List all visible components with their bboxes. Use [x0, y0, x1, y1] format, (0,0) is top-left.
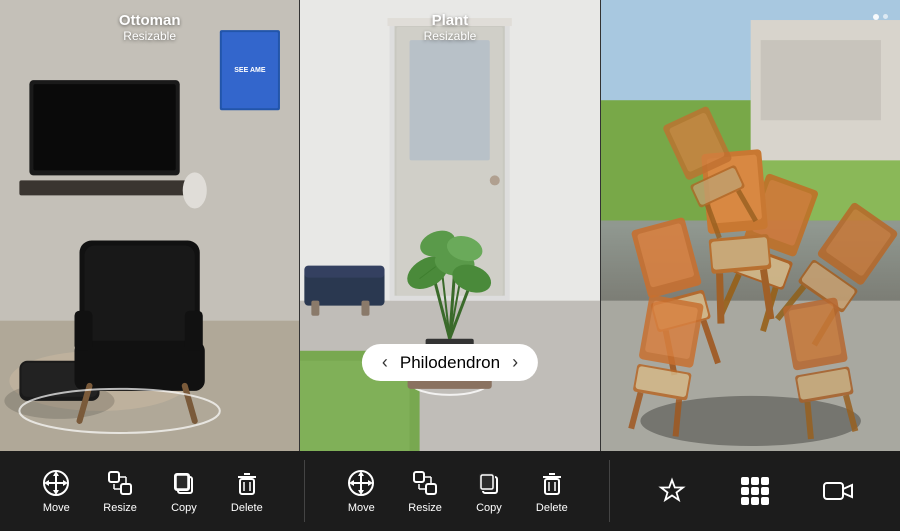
toolbar-section-middle: Move Resize [305, 460, 610, 522]
move-label-1: Move [43, 502, 70, 514]
delete-label-1: Delete [231, 502, 263, 514]
panel-3 [601, 0, 900, 451]
panel-2-item-name: Plant [424, 12, 477, 29]
delete-button-2[interactable]: Delete [520, 460, 584, 522]
panel-1-item-subtitle: Resizable [119, 29, 181, 43]
star-icon [657, 476, 687, 506]
dot-2 [883, 14, 888, 19]
resize-icon-1 [105, 468, 135, 498]
copy-icon-1 [169, 468, 199, 498]
plant-selector-next[interactable]: › [512, 352, 518, 373]
panel-1: SEE AME Ottoman Resizable [0, 0, 300, 451]
copy-button-2[interactable]: Copy [458, 460, 520, 522]
plant-selector-label: Philodendron [400, 353, 500, 373]
dot-1 [873, 14, 879, 20]
toolbar-section-left: Move Resize [0, 460, 305, 522]
toolbar: Move Resize [0, 451, 900, 531]
delete-label-2: Delete [536, 502, 568, 514]
copy-icon-2 [474, 468, 504, 498]
panel-1-scene: SEE AME [0, 0, 299, 451]
resize-label-1: Resize [103, 502, 137, 514]
copy-button-1[interactable]: Copy [153, 460, 215, 522]
move-button-1[interactable]: Move [25, 460, 87, 522]
copy-label-2: Copy [476, 502, 502, 514]
panel-3-scene [601, 0, 900, 451]
copy-label-1: Copy [171, 502, 197, 514]
resize-icon-2 [410, 468, 440, 498]
panel-2: Welcome Plant Resizable ‹ Philodendron › [300, 0, 600, 451]
delete-icon-2 [537, 468, 567, 498]
panel-1-item-name: Ottoman [119, 12, 181, 29]
panels-container: SEE AME Ottoman Resizable [0, 0, 900, 451]
grid-button[interactable] [724, 468, 786, 514]
svg-text:SEE AME: SEE AME [234, 67, 266, 74]
resize-button-2[interactable]: Resize [392, 460, 458, 522]
panel-2-label: Plant Resizable [424, 12, 477, 43]
star-button[interactable] [641, 468, 703, 514]
video-button[interactable] [807, 468, 869, 514]
delete-button-1[interactable]: Delete [215, 460, 279, 522]
plant-selector[interactable]: ‹ Philodendron › [362, 344, 538, 381]
grid-icon [740, 476, 770, 506]
delete-icon-1 [232, 468, 262, 498]
resize-label-2: Resize [408, 502, 442, 514]
panel-2-item-subtitle: Resizable [424, 29, 477, 43]
panel-2-scene: Welcome [300, 0, 599, 451]
plant-selector-prev[interactable]: ‹ [382, 352, 388, 373]
move-label-2: Move [348, 502, 375, 514]
panel-1-label: Ottoman Resizable [119, 12, 181, 43]
move-button-2[interactable]: Move [330, 460, 392, 522]
panel-3-dots [873, 14, 888, 20]
video-icon [823, 476, 853, 506]
move-icon-2 [346, 468, 376, 498]
move-icon-1 [41, 468, 71, 498]
toolbar-section-right [610, 468, 900, 514]
resize-button-1[interactable]: Resize [87, 460, 153, 522]
